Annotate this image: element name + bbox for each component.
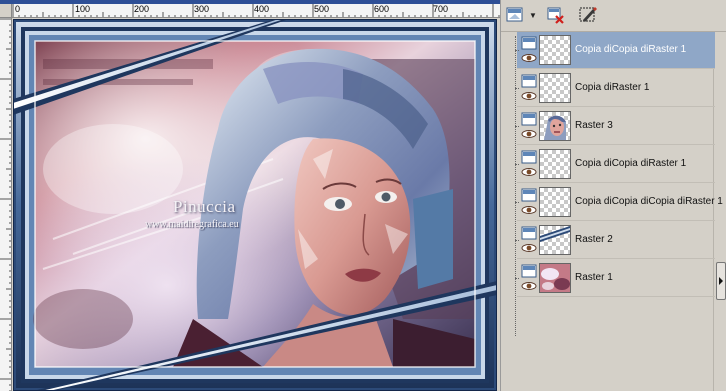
layer-list: Copia diCopia diRaster 1 Copia diRaster …	[515, 32, 723, 391]
layer-row[interactable]: Copia diCopia diRaster 1	[515, 146, 715, 183]
document-image[interactable]: Pinuccia www.maidiregrafica.eu	[13, 19, 497, 391]
layer-row[interactable]: Copia diCopia diCopia diRaster 1	[515, 184, 723, 221]
layer-name: Raster 1	[575, 272, 613, 283]
ruler-label: 600	[374, 4, 390, 14]
watermark-title: Pinuccia	[173, 197, 236, 216]
ruler-label: 300	[194, 4, 210, 14]
layer-name: Copia diCopia diCopia diRaster 1	[575, 196, 723, 207]
layer-visibility-icon[interactable]	[521, 34, 539, 66]
layer-row[interactable]: Copia diRaster 1	[515, 70, 715, 107]
layers-palette: ▼ Copia diCopia diRaster 1 Copia diRaste…	[500, 0, 726, 391]
vertical-ruler[interactable]	[0, 18, 12, 391]
layer-thumbnail	[539, 35, 571, 65]
layer-visibility-icon[interactable]	[521, 186, 539, 218]
ruler-label: 400	[254, 4, 270, 14]
layer-name: Raster 3	[575, 120, 613, 131]
layer-name: Raster 2	[575, 234, 613, 245]
tree-connector	[515, 126, 519, 127]
delete-layer-icon	[546, 5, 566, 25]
canvas-area: 0 100 200 300 400 500 600 700 Pinuccia w…	[0, 0, 500, 391]
tree-connector	[515, 88, 519, 89]
palette-expand-button[interactable]	[716, 262, 726, 300]
horizontal-ruler[interactable]: 0 100 200 300 400 500 600 700	[12, 4, 500, 18]
new-layer-dropdown[interactable]: ▼	[528, 10, 538, 20]
ruler-label: 700	[433, 4, 449, 14]
layer-thumbnail	[539, 73, 571, 103]
layer-tree-line	[515, 36, 516, 336]
tree-connector	[515, 278, 519, 279]
tree-connector	[515, 240, 519, 241]
tree-connector	[515, 164, 519, 165]
layer-visibility-icon[interactable]	[521, 72, 539, 104]
new-layer-button[interactable]	[505, 4, 527, 26]
layer-row[interactable]: Raster 3	[515, 108, 715, 145]
tree-connector	[515, 202, 519, 203]
new-layer-icon	[506, 5, 526, 25]
layer-visibility-icon[interactable]	[521, 110, 539, 142]
tree-connector	[515, 50, 519, 51]
ruler-corner[interactable]	[0, 4, 12, 18]
layer-visibility-icon[interactable]	[521, 148, 539, 180]
layer-thumbnail	[539, 263, 571, 293]
layer-thumbnail	[539, 225, 571, 255]
ruler-label: 200	[134, 4, 150, 14]
watermark-url: www.maidiregrafica.eu	[145, 219, 239, 230]
layer-mask-button[interactable]	[577, 4, 599, 26]
layer-row[interactable]: Raster 2	[515, 222, 715, 259]
layers-toolbar: ▼	[501, 0, 726, 32]
layer-name: Copia diCopia diRaster 1	[575, 158, 687, 169]
ruler-label: 100	[75, 4, 91, 14]
layer-mask-icon	[578, 5, 598, 25]
layer-name: Copia diRaster 1	[575, 82, 650, 93]
chevron-right-icon	[718, 272, 724, 290]
layer-name: Copia diCopia diRaster 1	[575, 44, 687, 55]
layer-row[interactable]: Raster 1	[515, 260, 715, 297]
ruler-label: 0	[15, 4, 21, 14]
layer-thumbnail	[539, 149, 571, 179]
layer-row[interactable]: Copia diCopia diRaster 1	[515, 32, 715, 69]
ruler-label: 500	[314, 4, 330, 14]
layer-thumbnail	[539, 111, 571, 141]
layer-visibility-icon[interactable]	[521, 224, 539, 256]
dropdown-arrow-icon: ▼	[529, 10, 537, 20]
layer-visibility-icon[interactable]	[521, 262, 539, 294]
layer-thumbnail	[539, 187, 571, 217]
delete-layer-button[interactable]	[545, 4, 567, 26]
